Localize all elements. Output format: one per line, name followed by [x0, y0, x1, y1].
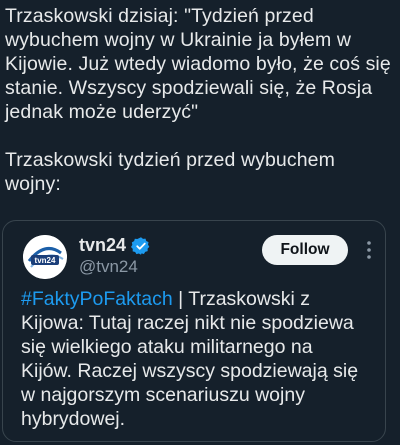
quoted-handle[interactable]: @tvn24: [79, 257, 138, 277]
tvn24-logo-icon: tvn24: [23, 235, 67, 279]
quoted-display-name[interactable]: tvn24: [79, 235, 126, 256]
tweet-text: Trzaskowski dzisiaj: "Tydzień przed wybu…: [5, 5, 391, 195]
hashtag-link[interactable]: #FaktyPoFaktach: [21, 288, 173, 310]
follow-button[interactable]: Follow: [262, 235, 348, 265]
quoted-tweet-text: #FaktyPoFaktach | Trzaskowski z Kijowa: …: [21, 287, 366, 431]
avatar-text: tvn24: [35, 256, 56, 265]
verified-badge-icon: [131, 237, 150, 255]
quoted-tweet-card[interactable]: tvn24 tvn24 @tvn24 Follow #FaktyPoFaktac…: [2, 220, 386, 442]
more-options-icon[interactable]: [361, 239, 377, 261]
avatar[interactable]: tvn24: [23, 235, 67, 279]
